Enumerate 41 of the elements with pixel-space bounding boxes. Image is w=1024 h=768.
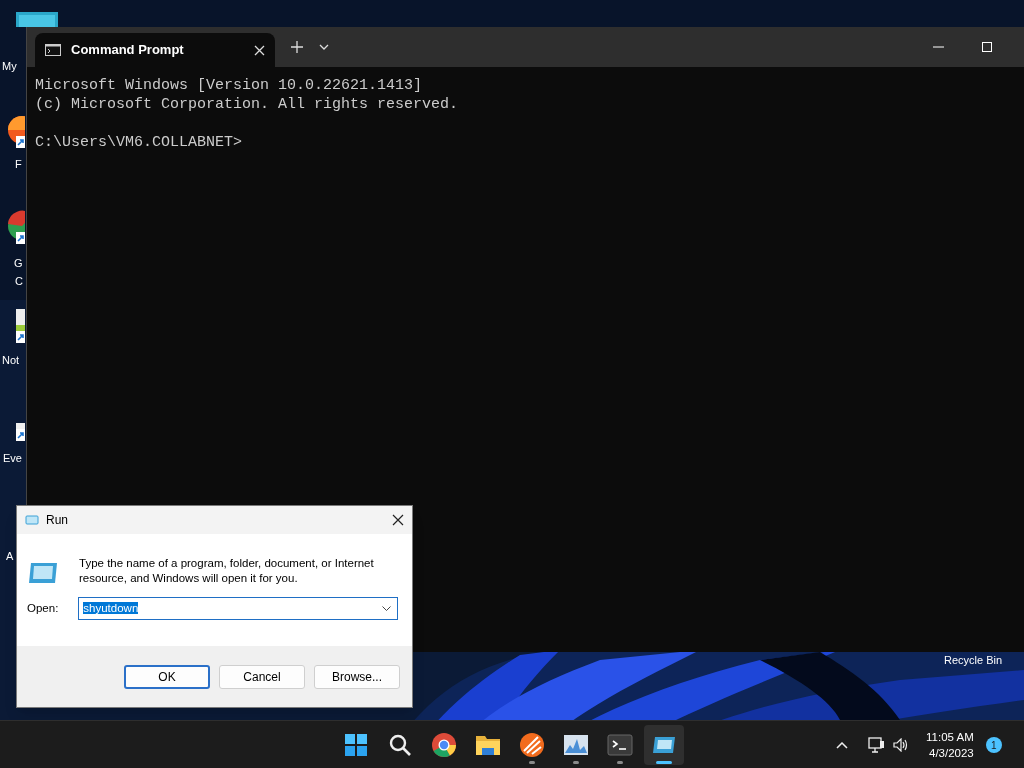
icon-label: Eve: [3, 451, 22, 465]
running-indicator: [617, 761, 623, 764]
maximize-icon[interactable]: [982, 42, 992, 52]
volume-icon[interactable]: [893, 738, 910, 752]
app-icon: [518, 731, 546, 759]
browser-icon: [430, 731, 458, 759]
chevron-down-icon[interactable]: [382, 606, 392, 611]
notification-badge[interactable]: 1: [985, 737, 1002, 753]
dialog-title: Run: [46, 512, 69, 529]
input-field[interactable]: shyutdown: [78, 597, 399, 620]
chevron-up-icon[interactable]: [836, 741, 848, 749]
icon-label: G: [14, 256, 23, 270]
terminal-line: (c) Microsoft Corporation. All rights reserved.: [35, 95, 460, 114]
dialog-button[interactable]: OK: [124, 664, 210, 689]
clock-time[interactable]: 11:05 AM: [926, 729, 974, 745]
running-indicator: [529, 761, 535, 764]
terminal-prompt: C:\Users\VM6.COLLABNET>: [35, 133, 244, 152]
dialog-button[interactable]: Cancel: [219, 664, 305, 689]
run-icon: [25, 515, 39, 525]
terminal-line: Microsoft Windows [Version 10.0.22621.1413]: [35, 76, 424, 95]
dialog-button[interactable]: Browse...: [314, 664, 400, 689]
running-indicator: [573, 761, 579, 764]
tab[interactable]: Command Prompt: [35, 33, 275, 67]
run-icon: [27, 562, 59, 584]
description-text: Type the name of a program, folder, document, or Internet resource, and Windows will open it for you.: [79, 556, 375, 586]
icon-label: A: [6, 549, 14, 563]
running-indicator: [656, 761, 672, 764]
icon-label: F: [15, 157, 22, 171]
icon-label: My: [2, 59, 17, 73]
field-label: Open:: [27, 600, 59, 616]
clock-date[interactable]: 4/3/2023: [929, 745, 974, 761]
icon-label: Not: [2, 353, 20, 367]
icon-label: Recycle Bin: [944, 654, 1003, 667]
close-icon[interactable]: [392, 514, 404, 526]
command-prompt-icon: [45, 44, 61, 56]
icon-label: C: [15, 274, 23, 288]
windows-icon: [342, 731, 370, 759]
plus-icon[interactable]: [291, 41, 303, 53]
taskbar-button[interactable]: [644, 725, 684, 765]
terminal-icon: [606, 731, 634, 759]
network-icon[interactable]: [868, 737, 885, 753]
